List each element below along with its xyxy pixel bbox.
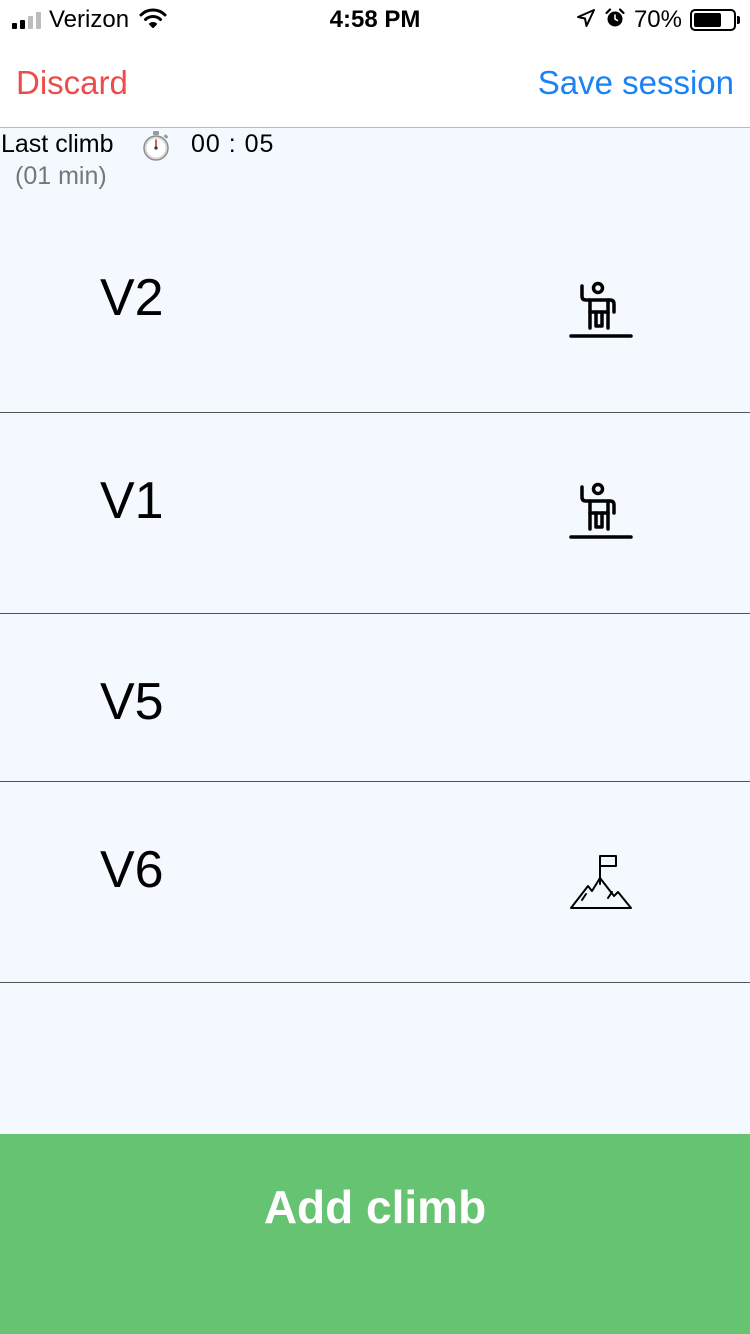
last-climb-minutes: (01 min) [15, 162, 107, 190]
battery-percent: 70% [633, 6, 682, 33]
climb-row[interactable]: V6 [0, 782, 750, 983]
add-climb-button[interactable]: Add climb [0, 1134, 750, 1334]
climber-topped-icon [568, 280, 634, 351]
climb-grade: V1 [100, 472, 164, 530]
session-content: Last climb 00 : 05 (01 min) V2 V1 V5 V6 [0, 128, 750, 1134]
navigation-bar: Discard Save session [0, 40, 750, 128]
last-climb-info: Last climb 00 : 05 (01 min) [0, 128, 750, 198]
battery-icon [690, 9, 740, 31]
save-session-button[interactable]: Save session [538, 64, 734, 102]
climb-grade: V5 [100, 673, 164, 731]
climb-row[interactable]: V2 [0, 198, 750, 413]
status-right: 70% [576, 6, 740, 34]
climber-topped-icon [568, 481, 634, 552]
climb-row[interactable]: V5 [0, 614, 750, 782]
climb-grade: V6 [100, 841, 164, 899]
last-climb-label: Last climb [1, 130, 114, 158]
mountain-flag-icon [568, 852, 634, 917]
status-bar: Verizon 4:58 PM 70% [0, 0, 750, 40]
stopwatch-icon [140, 130, 172, 167]
climb-grade: V2 [100, 269, 164, 327]
location-arrow-icon [576, 8, 596, 33]
discard-button[interactable]: Discard [16, 64, 128, 102]
climb-row[interactable]: V1 [0, 413, 750, 614]
alarm-clock-icon [604, 7, 626, 34]
last-climb-time: 00 : 05 [191, 130, 275, 158]
